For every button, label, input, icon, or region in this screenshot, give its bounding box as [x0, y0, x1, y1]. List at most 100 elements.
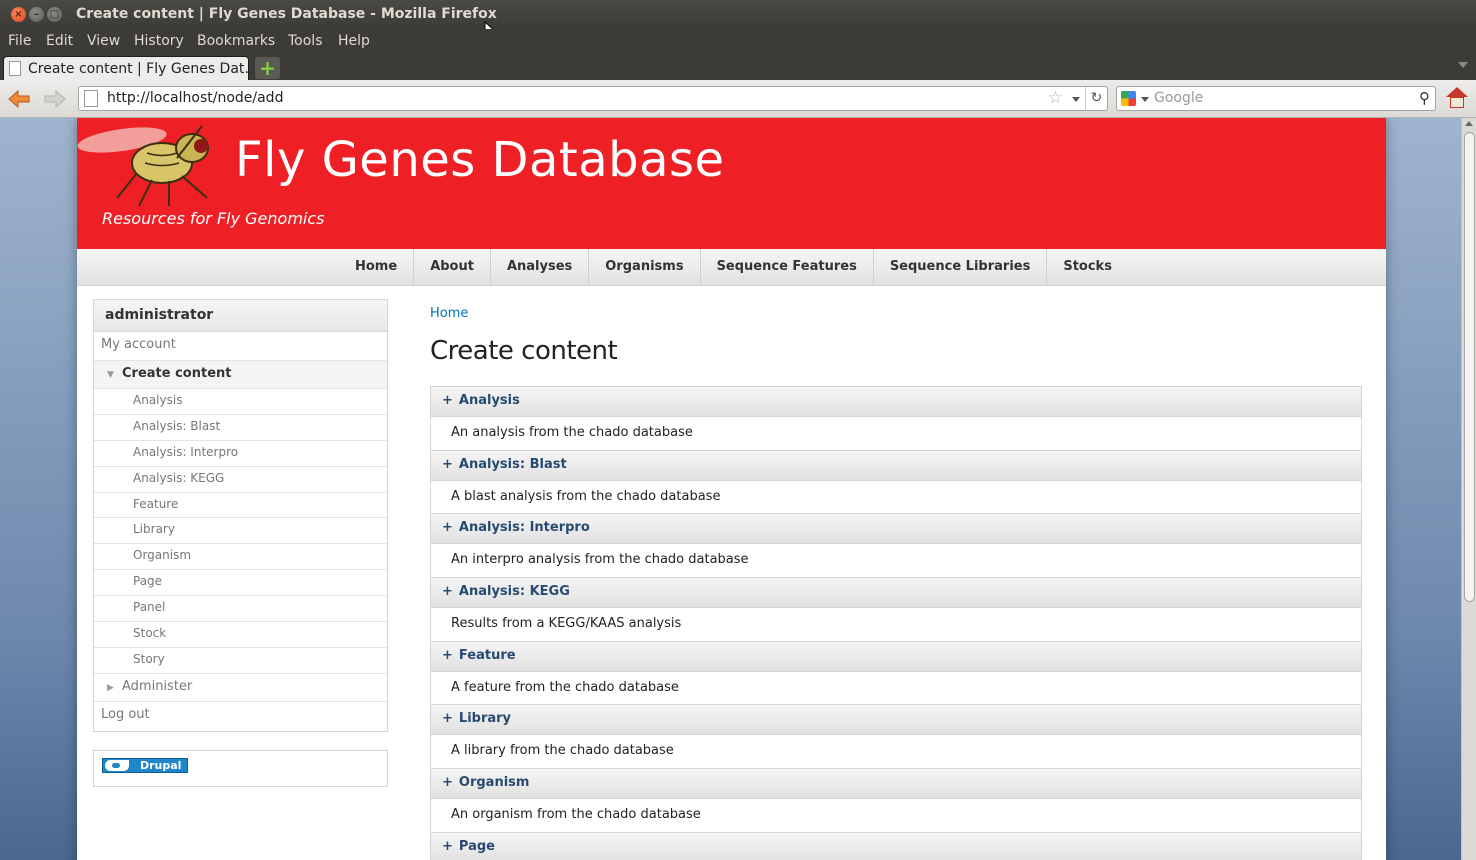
content-type-name: Page: [458, 838, 495, 854]
content-type-list: + Analysis An analysis from the chado dat…: [430, 386, 1362, 860]
page-icon: [9, 61, 21, 76]
page-icon: [84, 90, 98, 107]
content-type-library[interactable]: + Library: [431, 705, 1361, 736]
sidebar-subitem-stock[interactable]: Stock: [94, 622, 387, 648]
content-type-name: Organism: [458, 775, 530, 791]
sidebar-subitem-story[interactable]: Story: [94, 648, 387, 674]
navigation-bar: http://localhost/node/add ☆ ↻ Google ⚲: [0, 80, 1476, 118]
search-input[interactable]: Google: [1154, 90, 1203, 106]
search-icon[interactable]: ⚲: [1419, 89, 1430, 107]
nav-about[interactable]: About: [414, 249, 491, 286]
new-tab-button[interactable]: +: [255, 57, 280, 79]
content-type-page[interactable]: + Page: [431, 832, 1361, 860]
url-bar[interactable]: http://localhost/node/add ☆ ↻: [78, 86, 1108, 111]
home-icon[interactable]: [1445, 86, 1469, 110]
forward-arrow-icon[interactable]: [43, 88, 67, 110]
window-maximize-button[interactable]: □: [47, 7, 62, 22]
sidebar-subitem-feature[interactable]: Feature: [94, 493, 387, 519]
window-minimize-button[interactable]: –: [29, 7, 44, 22]
menu-history[interactable]: History: [134, 33, 184, 49]
drupal-drop-icon: [105, 759, 129, 771]
site-name[interactable]: Fly Genes Database: [235, 132, 725, 188]
menu-edit[interactable]: Edit: [46, 33, 73, 49]
plus-icon: +: [442, 838, 453, 854]
sidebar-subitem-analysis-interpro[interactable]: Analysis: Interpro: [94, 441, 387, 467]
history-dropdown-icon[interactable]: [1072, 97, 1080, 102]
sidebar-subitem-page[interactable]: Page: [94, 570, 387, 597]
tab-bar: Create content | Fly Genes Dat… +: [0, 54, 1476, 80]
page-scrollbar[interactable]: [1461, 118, 1476, 860]
sidebar-subitem-panel[interactable]: Panel: [94, 596, 387, 623]
content-type-description: A feature from the chado database: [431, 672, 1361, 706]
site-slogan: Resources for Fly Genomics: [102, 209, 325, 228]
google-icon[interactable]: [1121, 91, 1136, 106]
nav-stocks[interactable]: Stocks: [1047, 249, 1128, 286]
sidebar-item-administer[interactable]: ▶ Administer: [94, 674, 387, 702]
content-type-description: An analysis from the chado database: [431, 417, 1361, 451]
bookmark-star-icon[interactable]: ☆: [1048, 88, 1063, 108]
sidebar-item-my-account[interactable]: My account: [94, 332, 387, 361]
plus-icon: +: [442, 711, 453, 727]
tab-title: Create content | Fly Genes Dat…: [28, 61, 259, 77]
sidebar-subitem-analysis-kegg[interactable]: Analysis: KEGG: [94, 467, 387, 493]
sidebar-subitem-library[interactable]: Library: [94, 518, 387, 545]
powered-by-drupal-badge[interactable]: Drupal: [102, 757, 188, 773]
plus-icon: +: [442, 520, 453, 536]
sidebar: administrator My account ▼ Create content…: [93, 299, 388, 787]
scroll-up-icon[interactable]: [1465, 121, 1473, 126]
content-type-analysis-kegg[interactable]: + Analysis: KEGG: [431, 578, 1361, 609]
menu-bar: File Edit View History Bookmarks Tools H…: [0, 29, 1476, 54]
nav-analyses[interactable]: Analyses: [491, 249, 590, 286]
plus-icon: +: [442, 647, 453, 663]
search-engine-dropdown-icon[interactable]: [1141, 97, 1149, 102]
window-close-button[interactable]: ×: [11, 7, 26, 22]
sidebar-item-label: Administer: [122, 678, 193, 694]
page-title: Create content: [430, 336, 618, 366]
nav-home[interactable]: Home: [339, 249, 415, 286]
breadcrumb[interactable]: Home: [430, 306, 1362, 321]
window-title: Create content | Fly Genes Database - Mo…: [76, 6, 497, 22]
plus-icon: +: [442, 393, 453, 408]
content-type-analysis-interpro[interactable]: + Analysis: Interpro: [431, 514, 1361, 545]
sidebar-item-create-content[interactable]: ▼ Create content: [94, 361, 387, 389]
page-container: Fly Genes Database Resources for Fly Gen…: [77, 118, 1386, 860]
content-type-description: A blast analysis from the chado database: [431, 481, 1361, 515]
user-menu-block: administrator My account ▼ Create content…: [93, 299, 388, 732]
content-type-organism[interactable]: + Organism: [431, 769, 1361, 800]
tab-list-icon[interactable]: [1458, 62, 1468, 68]
content-type-feature[interactable]: + Feature: [431, 641, 1361, 672]
menu-file[interactable]: File: [8, 33, 31, 49]
sidebar-subitem-organism[interactable]: Organism: [94, 544, 387, 571]
main-content: Home Create content + Analysis An analysi…: [430, 299, 1362, 860]
nav-organisms[interactable]: Organisms: [589, 249, 701, 286]
browser-tab[interactable]: Create content | Fly Genes Dat…: [3, 56, 258, 80]
nav-sequence-features[interactable]: Sequence Features: [701, 249, 874, 286]
plus-icon: +: [442, 775, 453, 791]
nav-sequence-libraries[interactable]: Sequence Libraries: [874, 249, 1048, 286]
menu-help[interactable]: Help: [338, 33, 370, 49]
powered-by-block: Drupal: [93, 749, 388, 787]
content-type-name: Analysis: KEGG: [458, 584, 570, 600]
content-type-analysis-blast[interactable]: + Analysis: Blast: [431, 450, 1361, 481]
user-menu-title: administrator: [94, 300, 387, 332]
sidebar-item-log-out[interactable]: Log out: [94, 702, 387, 731]
expanded-arrow-icon: ▼: [107, 370, 114, 380]
url-text[interactable]: http://localhost/node/add: [107, 90, 283, 106]
content-type-name: Analysis: Interpro: [458, 520, 590, 536]
search-bar[interactable]: Google ⚲: [1116, 86, 1436, 111]
menu-view[interactable]: View: [87, 33, 120, 49]
content-type-name: Analysis: Blast: [458, 456, 567, 472]
back-arrow-icon[interactable]: [7, 88, 31, 110]
scrollbar-thumb[interactable]: [1464, 132, 1475, 602]
reload-icon[interactable]: ↻: [1085, 87, 1107, 110]
plus-icon: +: [442, 456, 453, 472]
content-type-name: Feature: [458, 647, 516, 663]
sidebar-subitem-analysis[interactable]: Analysis: [94, 389, 387, 415]
menu-tools[interactable]: Tools: [288, 33, 323, 49]
content-type-name: Library: [458, 711, 512, 727]
menu-bookmarks[interactable]: Bookmarks: [197, 33, 275, 49]
sidebar-subitem-analysis-blast[interactable]: Analysis: Blast: [94, 415, 387, 441]
content-type-name: Analysis: [458, 393, 520, 408]
content-type-analysis[interactable]: + Analysis: [431, 387, 1361, 417]
content-type-description: An organism from the chado database: [431, 799, 1361, 833]
